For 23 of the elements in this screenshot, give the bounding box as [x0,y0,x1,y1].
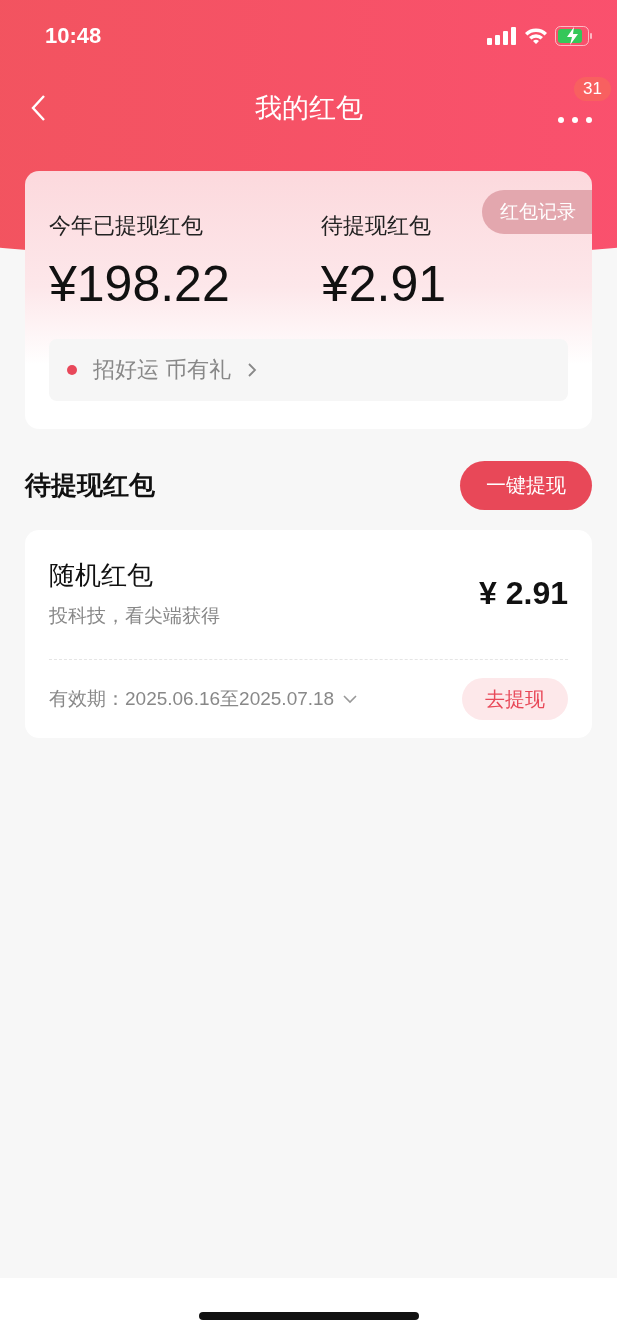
section-title: 待提现红包 [25,469,155,502]
stat-label: 待提现红包 [321,212,432,240]
validity-text: 有效期：2025.06.16至2025.07.18 [49,687,335,711]
stat-amount: ¥198.22 [49,255,231,313]
battery-charging-icon [555,26,593,46]
packet-title: 随机红包 [49,559,154,592]
record-button[interactable]: 红包记录 [482,190,592,234]
stat-label: 今年已提现红包 [49,212,204,240]
chevron-right-icon [247,362,258,378]
wifi-icon [524,27,548,45]
withdraw-all-button[interactable]: 一键提现 [460,461,592,510]
page-title: 我的红包 [254,93,363,123]
status-time: 10:48 [45,23,102,49]
promo-banner[interactable]: 招好运 币有礼 [49,339,568,401]
packet-source: 投科技，看尖端获得 [49,604,220,628]
stat-amount: ¥2.91 [321,255,447,313]
promo-text: 招好运 币有礼 [93,356,232,384]
signal-icon [487,27,517,45]
back-icon[interactable] [30,94,46,122]
packet-amount: ¥ 2.91 [479,575,568,612]
chevron-down-icon[interactable] [342,694,359,704]
more-icon[interactable] [558,117,592,123]
withdraw-button[interactable]: 去提现 [462,678,568,720]
